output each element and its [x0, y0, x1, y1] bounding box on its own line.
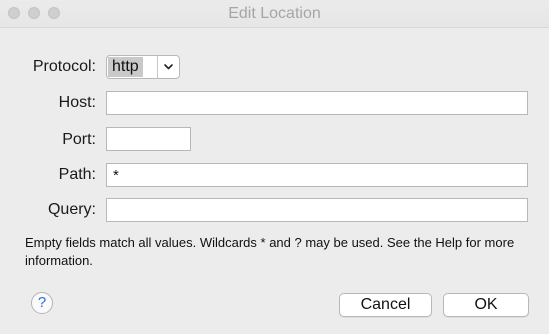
titlebar: Edit Location: [0, 0, 549, 28]
protocol-label: Protocol:: [32, 58, 96, 75]
query-label: Query:: [47, 201, 96, 218]
query-field[interactable]: [106, 198, 528, 222]
host-field[interactable]: [106, 91, 528, 115]
chevron-down-icon[interactable]: [158, 56, 179, 78]
edit-location-dialog: Edit Location Protocol: http Host: Port:…: [0, 0, 549, 334]
cancel-button[interactable]: Cancel: [339, 293, 432, 317]
question-icon: ?: [37, 294, 47, 311]
help-button[interactable]: ?: [31, 292, 53, 314]
protocol-selected-value: http: [108, 57, 143, 77]
path-label: Path:: [58, 166, 96, 183]
host-label: Host:: [58, 94, 96, 111]
path-field[interactable]: [106, 163, 528, 187]
help-text: Empty fields match all values. Wildcards…: [25, 235, 515, 268]
ok-button[interactable]: OK: [443, 293, 529, 317]
port-label: Port:: [62, 131, 96, 148]
window-title: Edit Location: [228, 5, 321, 22]
port-field[interactable]: [106, 127, 191, 151]
protocol-select[interactable]: http: [106, 55, 180, 79]
